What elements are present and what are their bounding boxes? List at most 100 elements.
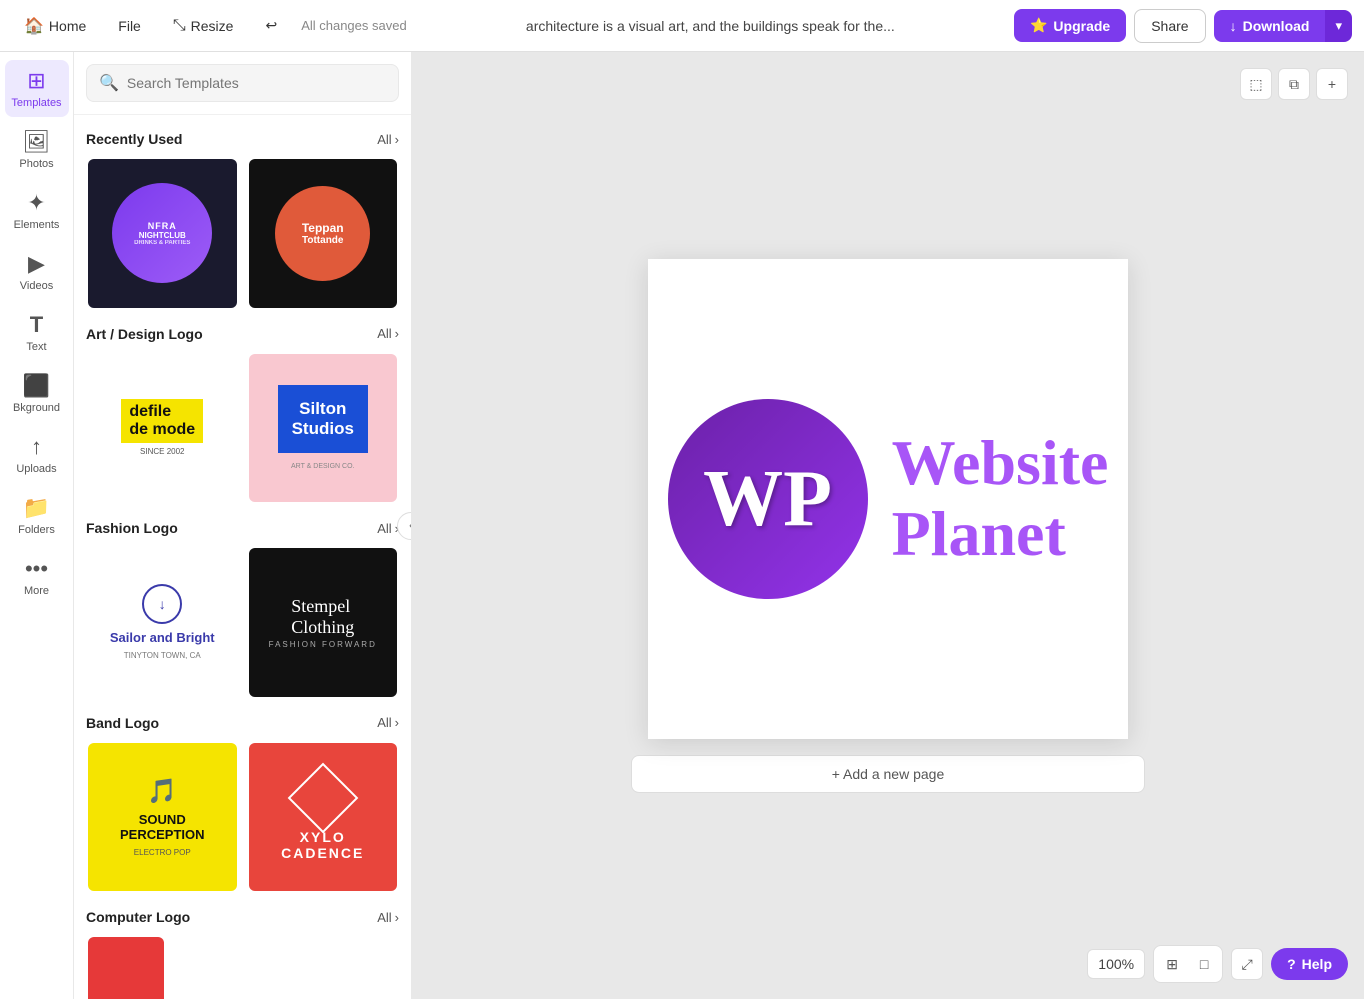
template-card-nightclub[interactable]: NFRA NIGHTCLUB DRINKS & PARTIES xyxy=(86,157,239,310)
template-card-silton[interactable]: SiltonStudios ART & DESIGN CO. xyxy=(247,352,400,505)
chevron-right-icon: › xyxy=(395,715,399,730)
crop-tool-button[interactable]: ⬚ xyxy=(1240,68,1272,100)
art-design-all[interactable]: All › xyxy=(377,326,399,341)
file-button[interactable]: File xyxy=(106,12,153,40)
fashion-section-header: Fashion Logo All › xyxy=(86,520,399,536)
sidebar-item-more[interactable]: ••• More xyxy=(5,548,69,605)
canvas-toolbar: ⬚ ⧉ + xyxy=(1240,68,1348,100)
add-tool-button[interactable]: + xyxy=(1316,68,1348,100)
recently-used-section-header: Recently Used All › xyxy=(86,131,399,147)
art-design-section-header: Art / Design Logo All › xyxy=(86,326,399,342)
download-options-button[interactable]: ▾ xyxy=(1325,10,1352,42)
text-icon: T xyxy=(30,312,43,338)
art-design-title: Art / Design Logo xyxy=(86,326,203,342)
wp-letters: WP xyxy=(703,459,832,539)
templates-panel: 🔍 Recently Used All › NFRA NIGHTCLUB xyxy=(74,52,412,999)
fullscreen-button[interactable]: ⤢ xyxy=(1231,948,1263,980)
resize-icon: ⤡ xyxy=(173,17,186,35)
search-input[interactable] xyxy=(127,75,386,91)
chevron-right-icon: › xyxy=(395,326,399,341)
help-button[interactable]: ? Help xyxy=(1271,948,1348,980)
computer-title: Computer Logo xyxy=(86,909,190,925)
chevron-right-icon: › xyxy=(395,910,399,925)
template-card-sailor[interactable]: ↓ Sailor and Bright TINYTON TOWN, CA xyxy=(86,546,239,699)
fashion-all[interactable]: All › xyxy=(377,521,399,536)
recently-used-title: Recently Used xyxy=(86,131,182,147)
undo-button[interactable]: ↩ xyxy=(253,11,289,40)
sidebar-item-templates[interactable]: ⊞ Templates xyxy=(5,60,69,117)
copy-icon: ⧉ xyxy=(1289,76,1299,93)
search-bar: 🔍 xyxy=(86,64,399,102)
download-icon: ↓ xyxy=(1230,18,1237,34)
add-page-button[interactable]: + Add a new page xyxy=(631,755,1146,793)
resize-button[interactable]: ⤡ Resize xyxy=(161,11,246,41)
template-card-defile[interactable]: defilede mode SINCE 2002 xyxy=(86,352,239,505)
chevron-down-icon: ▾ xyxy=(1335,18,1342,33)
plus-icon: + xyxy=(1328,76,1336,92)
videos-icon: ▶ xyxy=(28,251,45,277)
single-icon: □ xyxy=(1200,956,1208,972)
elements-icon: ✦ xyxy=(27,190,45,216)
band-section-header: Band Logo All › xyxy=(86,715,399,731)
recently-used-grid: NFRA NIGHTCLUB DRINKS & PARTIES Teppan T… xyxy=(86,157,399,310)
computer-section-header: Computer Logo All › xyxy=(86,909,399,925)
home-icon: 🏠 xyxy=(24,16,44,36)
sidebar-item-bkground[interactable]: ⬛ Bkground xyxy=(5,365,69,422)
wp-logo-circle: WP xyxy=(668,399,868,599)
grid-view-button[interactable]: ⊞ xyxy=(1158,950,1186,978)
single-view-button[interactable]: □ xyxy=(1190,950,1218,978)
crop-icon: ⬚ xyxy=(1249,76,1262,93)
search-bar-wrap: 🔍 xyxy=(74,52,411,115)
share-button[interactable]: Share xyxy=(1134,9,1205,43)
band-grid: 🎵 SOUNDPERCEPTION ELECTRO POP XYLOCADENC… xyxy=(86,741,399,894)
templates-scroll: Recently Used All › NFRA NIGHTCLUB DRINK… xyxy=(74,115,411,999)
band-title: Band Logo xyxy=(86,715,159,731)
bkground-icon: ⬛ xyxy=(23,373,50,399)
sidebar-item-videos[interactable]: ▶ Videos xyxy=(5,243,69,300)
copy-tool-button[interactable]: ⧉ xyxy=(1278,68,1310,100)
help-icon: ? xyxy=(1287,956,1296,972)
template-card-stempel[interactable]: StempelClothing FASHION FORWARD xyxy=(247,546,400,699)
canvas-area: ⬚ ⧉ + WP Website Planet + Add a new page xyxy=(412,52,1364,999)
main-layout: ⊞ Templates 🖼 Photos ✦ Elements ▶ Videos… xyxy=(0,52,1364,999)
topbar: 🏠 Home File ⤡ Resize ↩ All changes saved… xyxy=(0,0,1364,52)
sidebar-item-photos[interactable]: 🖼 Photos xyxy=(5,121,69,178)
photos-icon: 🖼 xyxy=(23,129,51,155)
uploads-icon: ↑ xyxy=(31,434,42,460)
upgrade-icon: ⭐ xyxy=(1030,17,1047,34)
wp-brand-name: Website Planet xyxy=(892,428,1109,569)
icon-sidebar: ⊞ Templates 🖼 Photos ✦ Elements ▶ Videos… xyxy=(0,52,74,999)
template-card-xylo[interactable]: XYLOCADENCE xyxy=(247,741,400,894)
sidebar-item-uploads[interactable]: ↑ Uploads xyxy=(5,426,69,483)
undo-icon: ↩ xyxy=(265,17,277,34)
more-icon: ••• xyxy=(25,556,48,582)
grid-icon: ⊞ xyxy=(1166,956,1178,973)
zoom-level: 100% xyxy=(1087,949,1145,979)
canvas-content: WP Website Planet xyxy=(628,359,1149,639)
band-all[interactable]: All › xyxy=(377,715,399,730)
saved-status: All changes saved xyxy=(301,18,407,33)
templates-icon: ⊞ xyxy=(27,68,45,94)
chevron-right-icon: › xyxy=(395,132,399,147)
template-card-computer1[interactable] xyxy=(86,935,166,999)
view-toggle: ⊞ □ xyxy=(1153,945,1223,983)
fashion-title: Fashion Logo xyxy=(86,520,178,536)
bottom-bar: 100% ⊞ □ ⤢ ? Help xyxy=(1087,945,1348,983)
fashion-grid: ↓ Sailor and Bright TINYTON TOWN, CA Ste… xyxy=(86,546,399,699)
recently-used-all[interactable]: All › xyxy=(377,132,399,147)
download-group: ↓ Download ▾ xyxy=(1214,10,1352,42)
doc-title: architecture is a visual art, and the bu… xyxy=(520,18,900,34)
sidebar-item-folders[interactable]: 📁 Folders xyxy=(5,487,69,544)
art-design-grid: defilede mode SINCE 2002 SiltonStudios A… xyxy=(86,352,399,505)
fullscreen-icon: ⤢ xyxy=(1241,956,1252,973)
download-button[interactable]: ↓ Download xyxy=(1214,10,1326,42)
template-card-teppan[interactable]: Teppan Tottande xyxy=(247,157,400,310)
sidebar-item-elements[interactable]: ✦ Elements xyxy=(5,182,69,239)
sidebar-item-text[interactable]: T Text xyxy=(5,304,69,361)
design-canvas: WP Website Planet xyxy=(648,259,1128,739)
template-card-sound[interactable]: 🎵 SOUNDPERCEPTION ELECTRO POP xyxy=(86,741,239,894)
computer-all[interactable]: All › xyxy=(377,910,399,925)
upgrade-button[interactable]: ⭐ Upgrade xyxy=(1014,9,1126,42)
folders-icon: 📁 xyxy=(23,495,50,521)
home-button[interactable]: 🏠 Home xyxy=(12,10,98,42)
